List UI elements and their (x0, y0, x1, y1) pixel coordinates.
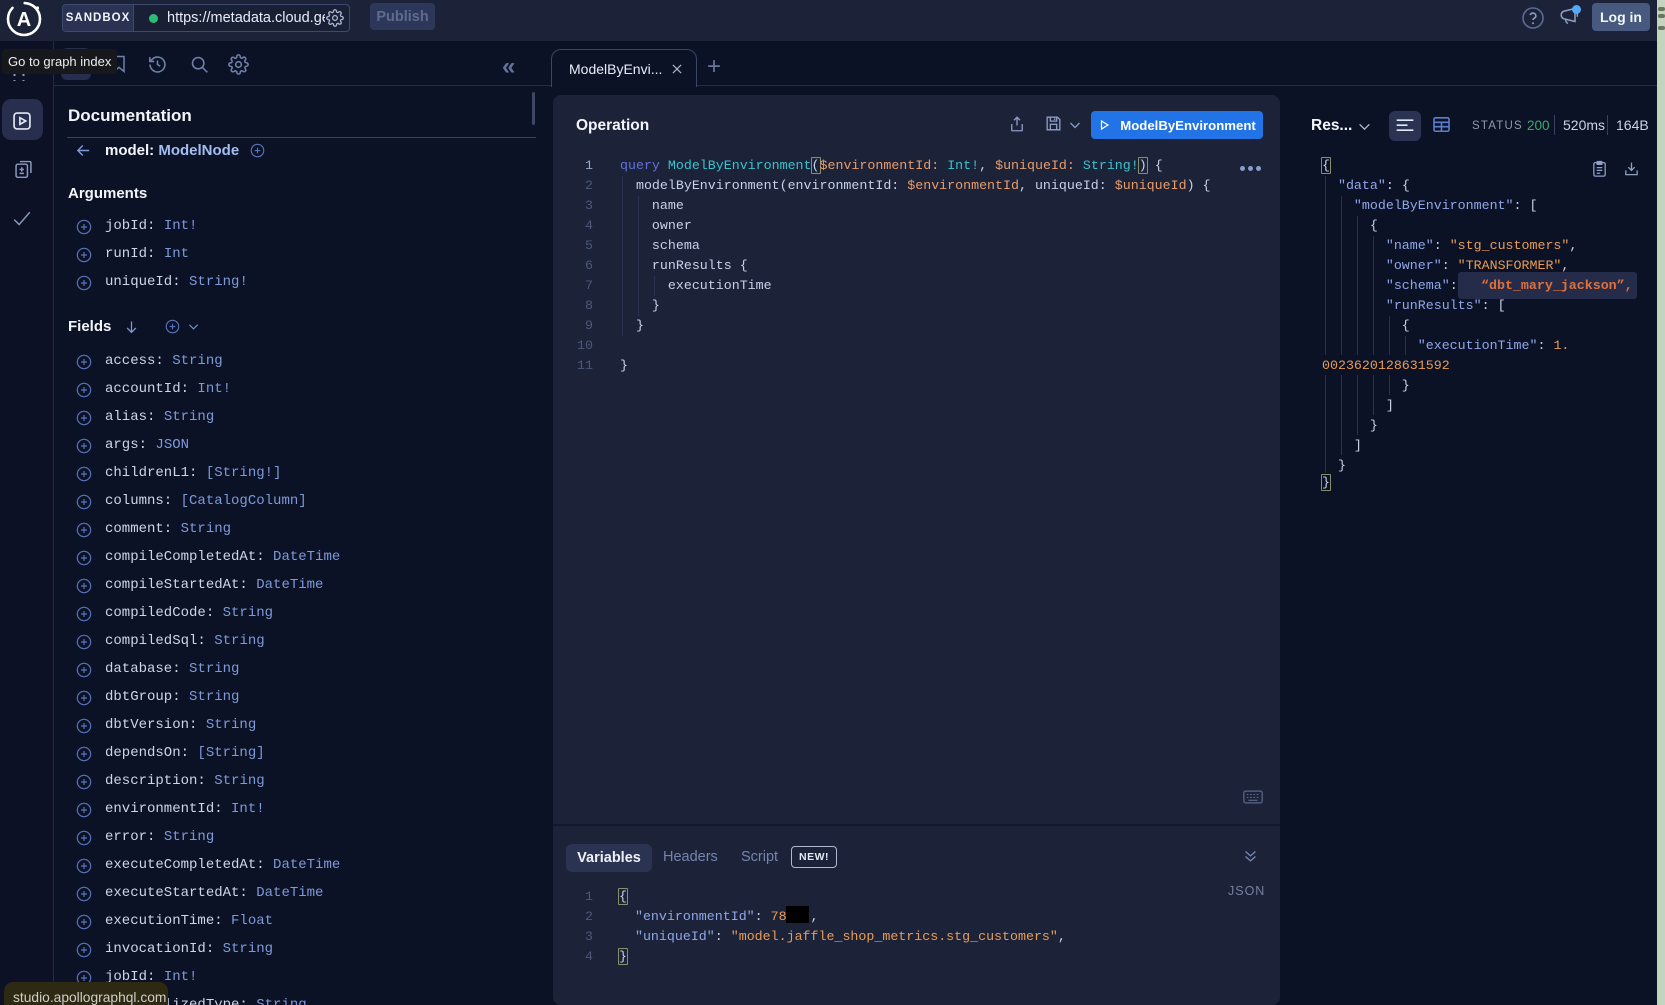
svg-text:A: A (17, 9, 31, 31)
